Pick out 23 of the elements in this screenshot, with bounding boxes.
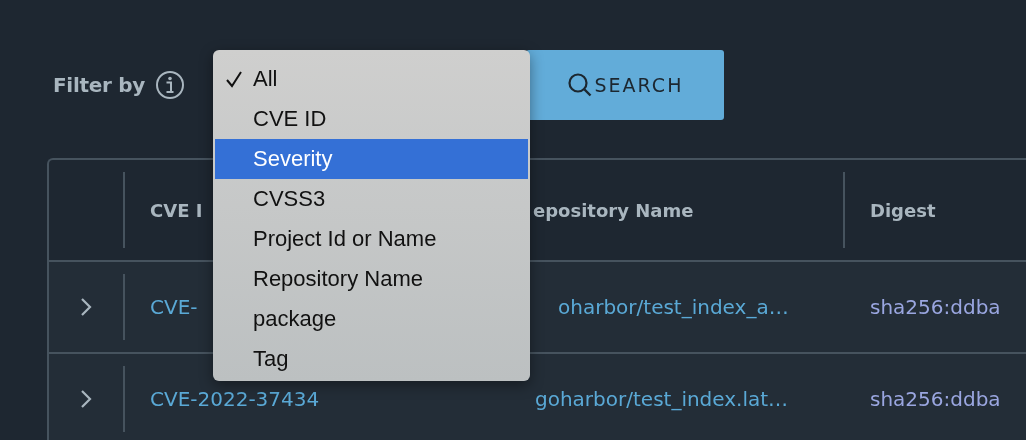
menu-option[interactable]: CVE ID xyxy=(215,99,528,139)
column-header[interactable]: Digest xyxy=(870,199,936,221)
filter-label: Filter by xyxy=(53,73,145,97)
menu-option[interactable]: Repository Name xyxy=(215,259,528,299)
table-cell-link[interactable]: oharbor/test_index_a… xyxy=(533,295,789,319)
info-icon[interactable] xyxy=(155,70,185,100)
menu-option[interactable]: Tag xyxy=(215,339,528,379)
table-cell-link[interactable]: goharbor/test_index.lat… xyxy=(510,387,789,411)
menu-option[interactable]: Project Id or Name xyxy=(215,219,528,259)
menu-option[interactable]: Severity xyxy=(215,139,528,179)
menu-option[interactable]: package xyxy=(215,299,528,339)
column-header[interactable]: epository Name xyxy=(533,199,694,221)
menu-option[interactable]: CVSS3 xyxy=(215,179,528,219)
table-cell-link[interactable]: sha256:ddba xyxy=(870,387,1001,411)
column-header[interactable]: CVE I xyxy=(150,199,203,221)
search-button[interactable]: SEARCH xyxy=(526,50,724,120)
table-cell-link[interactable]: sha256:ddba xyxy=(870,295,1001,319)
table-cell-link[interactable]: CVE-2022-37434 xyxy=(150,387,320,411)
table-cell-link[interactable]: CVE- xyxy=(150,295,198,319)
menu-option[interactable]: All xyxy=(215,59,528,99)
search-icon xyxy=(566,72,593,98)
chevron-right-icon[interactable] xyxy=(79,296,93,318)
chevron-right-icon[interactable] xyxy=(79,388,93,410)
